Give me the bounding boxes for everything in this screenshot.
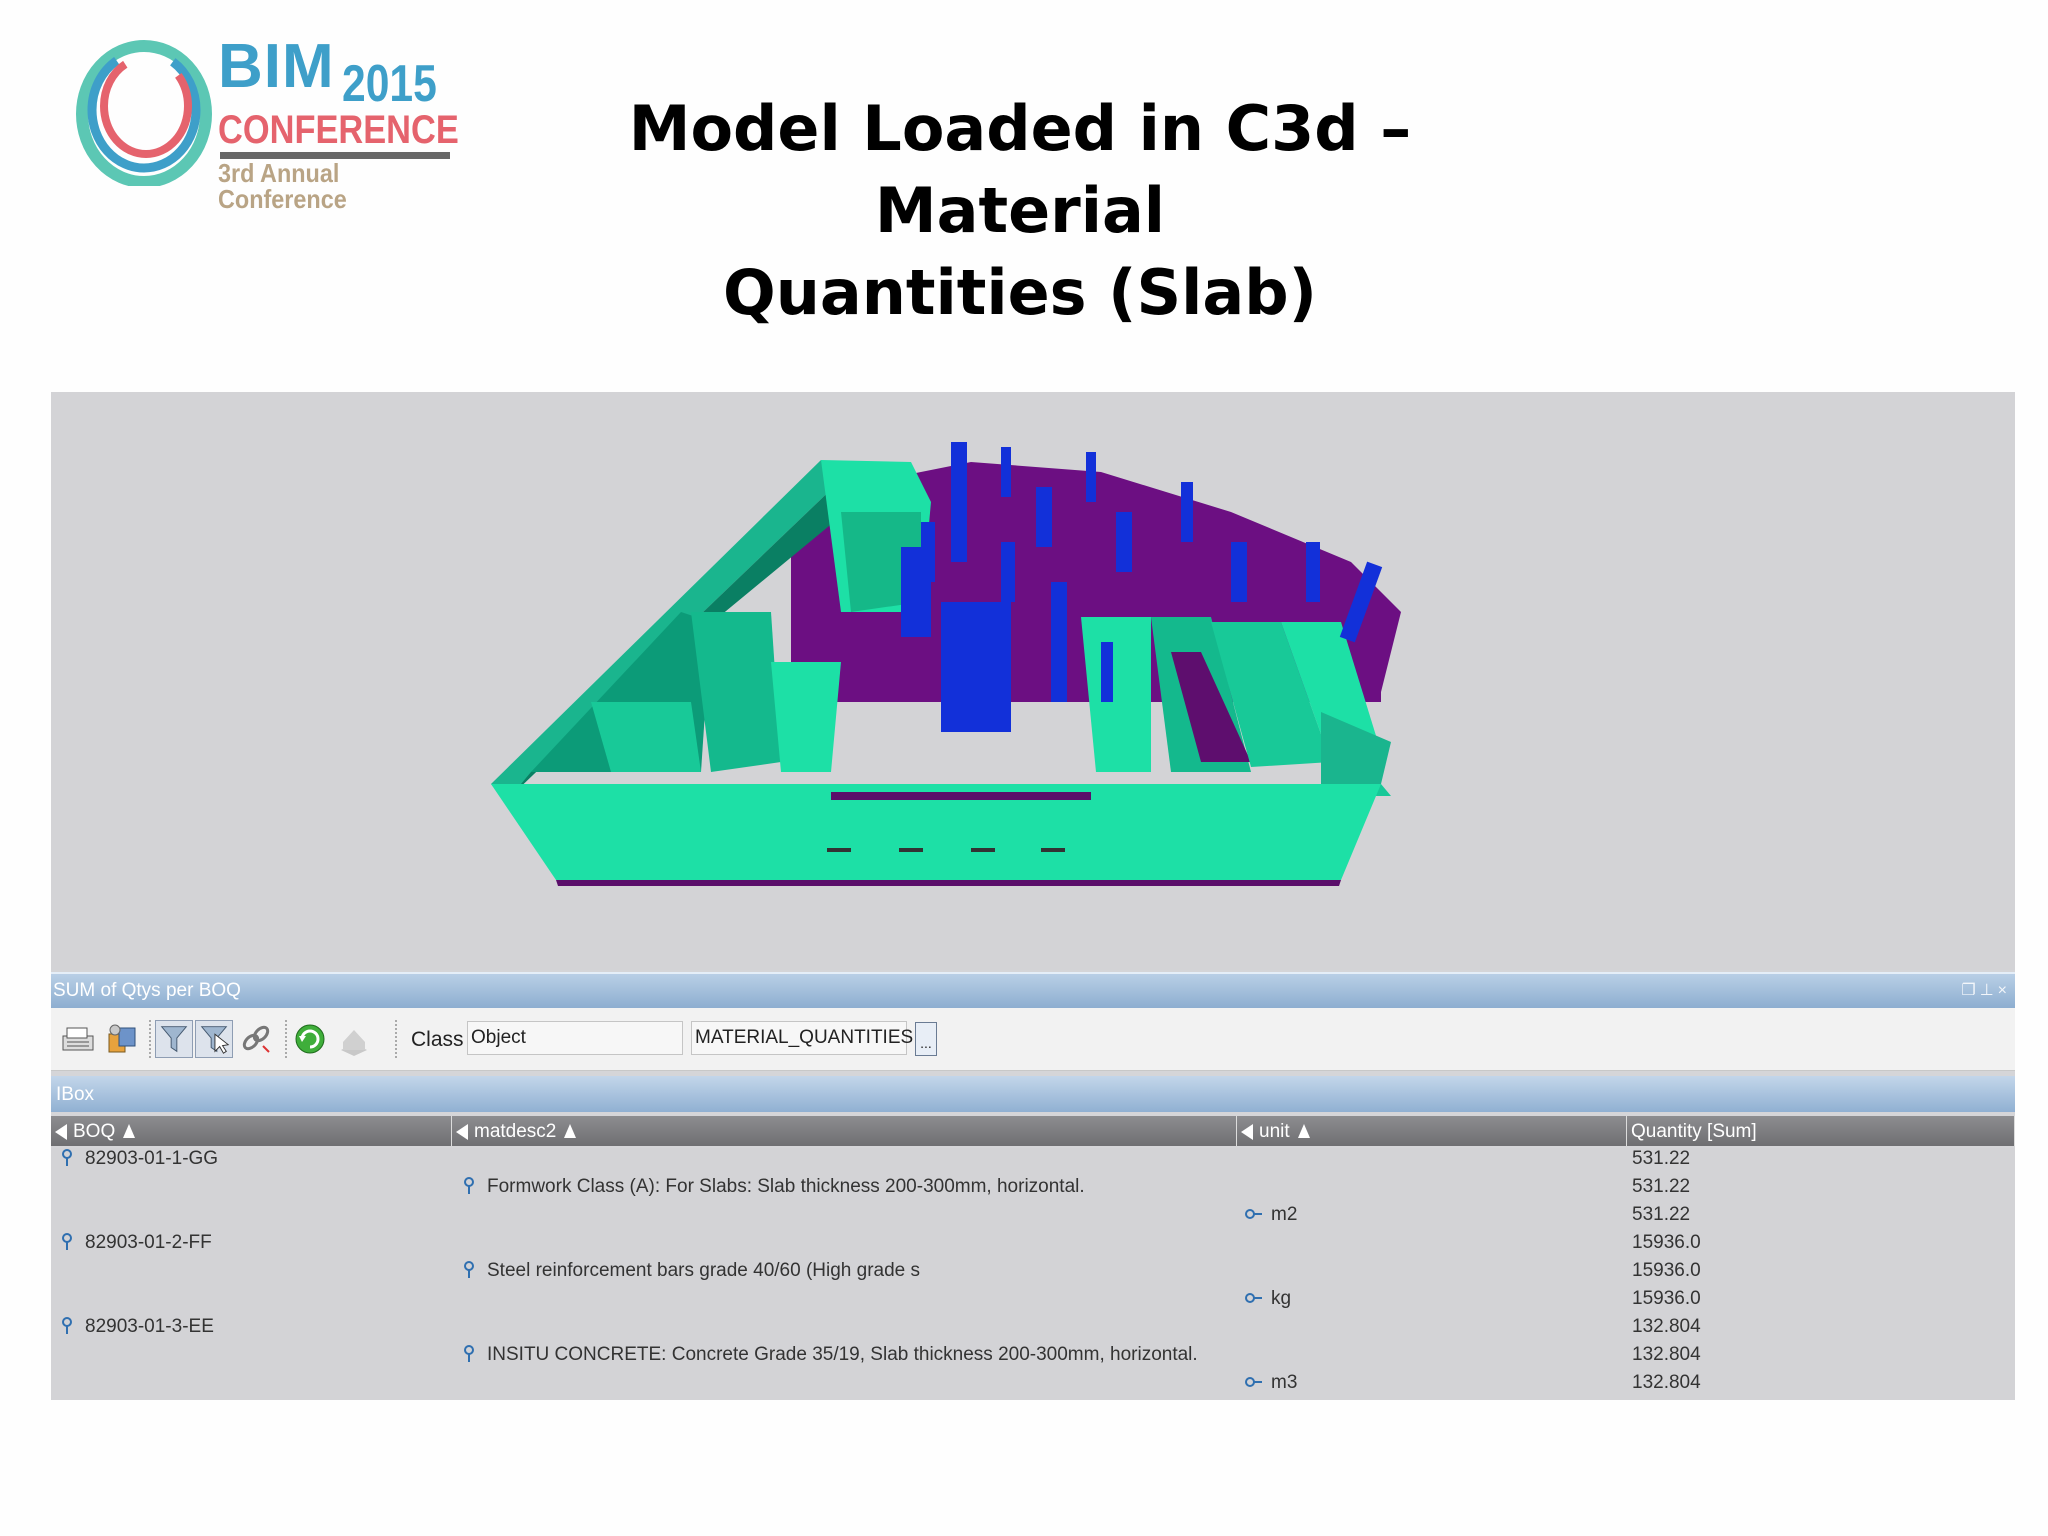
leaf-node-icon [1245, 1209, 1262, 1219]
logo-annual: 3rd Annual Conference [218, 158, 347, 214]
table-row-unit[interactable]: m2 [1245, 1204, 1297, 1226]
table-row-material[interactable]: Steel reinforcement bars grade 40/60 (Hi… [461, 1260, 920, 1282]
sort-ascending-icon[interactable] [123, 1124, 136, 1138]
panel-titlebar: SUM of Qtys per BOQ ❐⊥× [51, 972, 2015, 1008]
material-description: INSITU CONCRETE: Concrete Grade 35/19, S… [487, 1344, 1198, 1365]
report-icon[interactable] [59, 1020, 97, 1058]
class-field[interactable]: Object [467, 1021, 683, 1055]
tree-node-icon [464, 1345, 474, 1362]
unlink-icon[interactable] [237, 1020, 275, 1058]
column-label-quantity: Quantity [Sum] [1631, 1121, 1757, 1142]
front-base [556, 880, 1341, 886]
table-row-material[interactable]: INSITU CONCRETE: Concrete Grade 35/19, S… [461, 1344, 1198, 1366]
column-header-matdesc2[interactable]: matdesc2 [452, 1116, 1237, 1146]
quantity-value: 15936.0 [1632, 1260, 1701, 1281]
quantity-value: 15936.0 [1632, 1232, 1701, 1253]
pin-icon[interactable]: ⊥ [1980, 982, 1998, 999]
front-opening [831, 792, 1091, 800]
logo-ring-icon [76, 40, 212, 186]
close-icon[interactable]: × [1998, 982, 2011, 999]
conference-logo: BIM 2015 CONFERENCE 3rd Annual Conferenc… [70, 30, 490, 212]
quantities-table: 82903-01-1-GG 531.22 Formwork Class (A):… [51, 1148, 2015, 1400]
unit-value: m2 [1271, 1204, 1298, 1225]
more-button[interactable]: ... [915, 1022, 937, 1056]
tree-node-icon [464, 1261, 474, 1278]
objects-icon[interactable] [103, 1020, 141, 1058]
window-4 [1041, 848, 1065, 852]
group-label: IBox [56, 1084, 95, 1105]
filter-icon[interactable] [155, 1020, 193, 1058]
boq-code: 82903-01-2-FF [85, 1232, 212, 1253]
material-description: Formwork Class (A): For Slabs: Slab thic… [487, 1176, 1085, 1197]
restore-icon[interactable]: ❐ [1961, 982, 1979, 999]
column-header-quantity[interactable]: Quantity [Sum] [1627, 1116, 2015, 1146]
logo-conference: CONFERENCE [218, 108, 459, 152]
collapse-left-icon[interactable] [55, 1124, 67, 1140]
quantity-value: 132.804 [1632, 1316, 1701, 1337]
layers-icon[interactable] [335, 1020, 373, 1058]
slide-title: Model Loaded in C3d – Material Quantitie… [520, 88, 1520, 334]
toolbar-separator [149, 1020, 152, 1058]
slide-title-line-1: Model Loaded in C3d – Material [628, 92, 1412, 247]
window-2 [899, 848, 923, 852]
unit-value: kg [1271, 1288, 1292, 1309]
left-room-3 [691, 612, 781, 772]
sort-ascending-icon[interactable] [564, 1124, 577, 1138]
column-label-matdesc2: matdesc2 [474, 1121, 557, 1142]
logo-year: 2015 [342, 55, 437, 113]
quantity-value: 531.22 [1632, 1176, 1691, 1197]
window-1 [827, 848, 851, 852]
quantity-value: 15936.0 [1632, 1288, 1701, 1309]
table-row-unit[interactable]: m3 [1245, 1372, 1297, 1394]
collapse-left-icon[interactable] [456, 1124, 468, 1140]
table-row-boq[interactable]: 82903-01-1-GG [59, 1148, 218, 1170]
material-filter-field[interactable]: MATERIAL_QUANTITIES [691, 1021, 913, 1055]
column-header-unit[interactable]: unit [1237, 1116, 1627, 1146]
table-row-boq[interactable]: 82903-01-3-EE [59, 1316, 214, 1338]
quantity-value: 132.804 [1632, 1372, 1701, 1393]
group-header[interactable]: IBox [51, 1076, 2015, 1112]
material-description: Steel reinforcement bars grade 40/60 (Hi… [487, 1260, 921, 1281]
leaf-node-icon [1245, 1377, 1262, 1387]
table-row-boq[interactable]: 82903-01-2-FF [59, 1232, 212, 1254]
left-room-4 [771, 662, 841, 772]
tree-node-icon [464, 1177, 474, 1194]
panel-controls[interactable]: ❐⊥× [1961, 980, 2011, 1000]
building-model[interactable] [51, 392, 2015, 970]
window-3 [971, 848, 995, 852]
boq-code: 82903-01-1-GG [85, 1148, 219, 1169]
logo-brand: BIM [218, 32, 335, 101]
select-filter-icon[interactable] [195, 1020, 233, 1058]
tree-node-icon [62, 1149, 72, 1166]
toolbar-separator [395, 1020, 398, 1058]
table-row-unit[interactable]: kg [1245, 1288, 1291, 1310]
unit-value: m3 [1271, 1372, 1298, 1393]
tree-node-icon [62, 1233, 72, 1250]
c3d-application: SUM of Qtys per BOQ ❐⊥× Class Object MAT… [51, 392, 2015, 1400]
slide-title-line-2: Quantities (Slab) [723, 256, 1317, 329]
quantity-value: 531.22 [1632, 1204, 1691, 1225]
quantity-value: 531.22 [1632, 1148, 1691, 1169]
class-label: Class [411, 1028, 464, 1051]
boq-code: 82903-01-3-EE [85, 1316, 214, 1337]
column-label-boq: BOQ [73, 1121, 116, 1142]
quantity-value: 132.804 [1632, 1344, 1701, 1365]
sort-ascending-icon[interactable] [1297, 1124, 1310, 1138]
3d-viewport[interactable] [51, 392, 2015, 970]
panel-title: SUM of Qtys per BOQ [53, 980, 241, 1001]
column-header-boq[interactable]: BOQ [51, 1116, 452, 1146]
collapse-left-icon[interactable] [1241, 1124, 1253, 1140]
tree-node-icon [62, 1317, 72, 1334]
toolbar-separator [285, 1020, 288, 1058]
refresh-icon[interactable] [291, 1020, 329, 1058]
toolbar: Class Object MATERIAL_QUANTITIES ... [51, 1008, 2015, 1071]
table-row-material[interactable]: Formwork Class (A): For Slabs: Slab thic… [461, 1176, 1085, 1198]
right-room-1 [1081, 617, 1151, 772]
leaf-node-icon [1245, 1293, 1262, 1303]
column-label-unit: unit [1259, 1121, 1290, 1142]
